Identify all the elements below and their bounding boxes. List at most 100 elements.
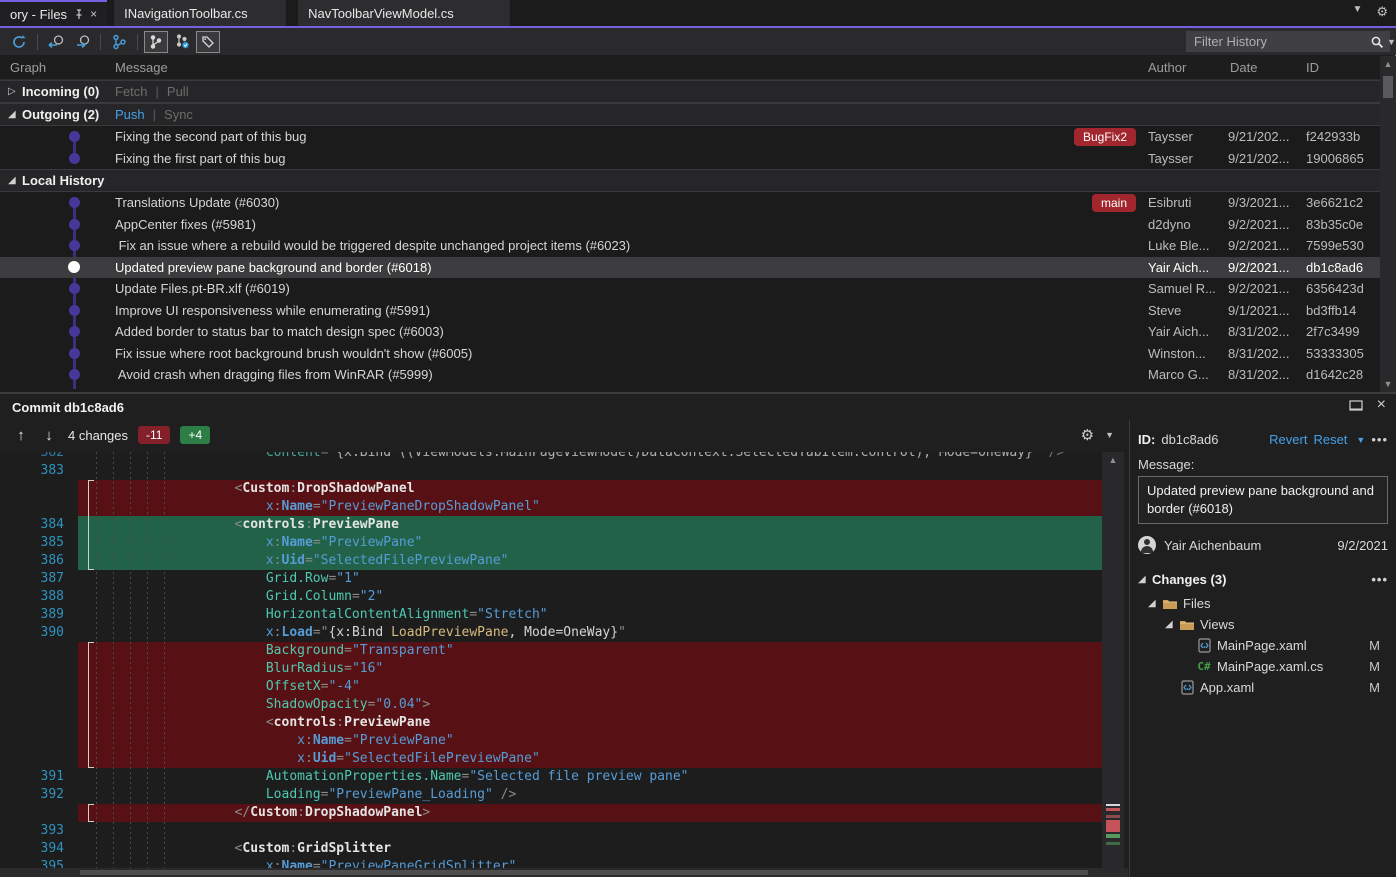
editor-scroll-up-icon[interactable]: ▲ <box>1102 452 1124 468</box>
commit-group: Translations Update (#6030)mainEsibruti9… <box>0 192 1380 386</box>
more-actions-icon[interactable]: ••• <box>1371 432 1388 447</box>
window-gear-icon[interactable]: ⚙ <box>1376 4 1388 20</box>
commit-row[interactable]: Avoid crash when dragging files from Win… <box>0 364 1380 386</box>
action-separator: | <box>156 84 159 99</box>
graph-commit-dot <box>69 369 80 380</box>
commit-row[interactable]: Updated preview pane background and bord… <box>0 257 1380 279</box>
commit-row[interactable]: Added border to status bar to match desi… <box>0 321 1380 343</box>
show-graph-icon[interactable] <box>144 31 168 53</box>
commit-message: Fixing the second part of this bug <box>115 129 1074 144</box>
tree-item-mainpage-xaml-cs[interactable]: C#MainPage.xaml.csM <box>1138 656 1388 677</box>
search-options-chevron-icon[interactable]: ▼ <box>1387 37 1396 47</box>
push-action[interactable]: Push <box>115 107 145 122</box>
diff-settings-chevron-icon[interactable]: ▼ <box>1105 430 1114 440</box>
pull-action[interactable]: Pull <box>167 84 189 99</box>
show-tags-icon[interactable] <box>196 31 220 53</box>
commit-message: Improve UI responsiveness while enumerat… <box>115 303 1148 318</box>
commit-row[interactable]: Fixing the second part of this bugBugFix… <box>0 126 1380 148</box>
commit-row[interactable]: Improve UI responsiveness while enumerat… <box>0 300 1380 322</box>
column-graph[interactable]: Graph <box>10 60 46 75</box>
graph-commit-dot <box>69 283 80 294</box>
tab-inavigationtoolbar[interactable]: INavigationToolbar.cs <box>114 0 286 26</box>
modified-status: M <box>1369 659 1380 674</box>
scrollbar-thumb[interactable] <box>1383 76 1393 98</box>
close-pane-icon[interactable]: × <box>1377 396 1386 414</box>
commit-row[interactable]: Translations Update (#6030)mainEsibruti9… <box>0 192 1380 214</box>
expanded-triangle-icon[interactable]: ◢ <box>8 109 22 120</box>
commit-id: d1642c28 <box>1306 367 1380 382</box>
commit-row[interactable]: Fix issue where root background brush wo… <box>0 343 1380 365</box>
refresh-icon[interactable] <box>7 31 31 53</box>
code-line: 392 Loading="PreviewPane_Loading" /> <box>0 786 1102 804</box>
graph-commit-dot <box>69 348 80 359</box>
commit-message: Translations Update (#6030) <box>115 195 1092 210</box>
commit-date: 8/31/202... <box>1228 367 1306 382</box>
column-author[interactable]: Author <box>1148 60 1186 75</box>
history-scrollbar[interactable]: ▲ ▼ <box>1380 56 1396 392</box>
code-line: ShadowOpacity="0.04"> <box>0 696 1102 714</box>
section-header-incoming-0-[interactable]: ▷Incoming (0)Fetch|Pull <box>0 80 1380 103</box>
commit-id-value: db1c8ad6 <box>1161 432 1218 447</box>
scroll-up-icon[interactable]: ▲ <box>1380 56 1396 72</box>
search-icon[interactable] <box>1370 35 1384 49</box>
editor-scrollbar[interactable]: ▲ <box>1102 452 1124 868</box>
column-message[interactable]: Message <box>115 60 168 75</box>
tree-item-app-xaml[interactable]: App.xamlM <box>1138 677 1388 698</box>
message-label: Message: <box>1138 457 1388 472</box>
expanded-triangle-icon[interactable]: ◢ <box>1165 619 1178 630</box>
graph-commit-dot <box>69 326 80 337</box>
push-icon[interactable] <box>70 31 94 53</box>
fetch-icon[interactable] <box>44 31 68 53</box>
tree-item-files[interactable]: ◢Files <box>1138 593 1388 614</box>
commit-row[interactable]: Fixing the first part of this bugTaysser… <box>0 148 1380 170</box>
previous-change-icon[interactable]: ↑ <box>12 427 30 444</box>
changes-more-icon[interactable]: ••• <box>1371 572 1388 587</box>
changes-tree: ◢Files◢ViewsMainPage.xamlMC#MainPage.xam… <box>1138 593 1388 698</box>
commit-id: 19006865 <box>1306 151 1380 166</box>
next-change-icon[interactable]: ↓ <box>40 427 58 444</box>
commit-row[interactable]: Fix an issue where a rebuild would be tr… <box>0 235 1380 257</box>
tab-history-files[interactable]: ory - Files × <box>0 0 107 26</box>
expanded-triangle-icon[interactable]: ◢ <box>1148 598 1161 609</box>
close-icon[interactable]: × <box>90 8 97 20</box>
sync-action[interactable]: Sync <box>164 107 193 122</box>
reset-button[interactable]: Reset <box>1313 432 1347 447</box>
changes-header[interactable]: ◢ Changes (3) ••• <box>1138 572 1388 587</box>
line-number: 395 <box>0 858 78 868</box>
revert-button[interactable]: Revert <box>1269 432 1307 447</box>
section-actions: Push|Sync <box>115 107 193 122</box>
branch-icon[interactable] <box>107 31 131 53</box>
section-header-local-history[interactable]: ◢Local History <box>0 169 1380 192</box>
author-name: Yair Aichenbaum <box>1164 538 1261 553</box>
editor-horizontal-scrollbar[interactable] <box>0 868 1128 877</box>
show-all-branches-icon[interactable] <box>170 31 194 53</box>
tab-list-chevron-icon[interactable]: ▼ <box>1352 4 1362 20</box>
tree-item-mainpage-xaml[interactable]: MainPage.xamlM <box>1138 635 1388 656</box>
modified-status: M <box>1369 638 1380 653</box>
column-id[interactable]: ID <box>1306 60 1319 75</box>
reset-chevron-icon[interactable]: ▼ <box>1356 435 1365 445</box>
tree-item-views[interactable]: ◢Views <box>1138 614 1388 635</box>
commit-row[interactable]: Update Files.pt-BR.xlf (#6019)Samuel R..… <box>0 278 1380 300</box>
clipped-code-line: 382 Content="{x:Bind ((ViewModels:MainPa… <box>0 452 1102 462</box>
commit-message-box[interactable]: Updated preview pane background and bord… <box>1138 476 1388 524</box>
xaml-file-icon <box>1195 638 1213 653</box>
commit-pane-title: Commit db1c8ad6 <box>12 400 124 415</box>
section-header-outgoing-2-[interactable]: ◢Outgoing (2)Push|Sync <box>0 103 1380 126</box>
diff-editor[interactable]: 382 Content="{x:Bind ((ViewModels:MainPa… <box>0 452 1102 868</box>
scroll-down-icon[interactable]: ▼ <box>1380 376 1396 392</box>
diff-settings-gear-icon[interactable]: ⚙ <box>1081 426 1094 444</box>
filter-history-input[interactable] <box>1194 34 1370 49</box>
commit-row[interactable]: AppCenter fixes (#5981)d2dyno9/2/2021...… <box>0 214 1380 236</box>
expanded-triangle-icon[interactable]: ◢ <box>8 175 22 186</box>
tab-navtoolbarviewmodel[interactable]: NavToolbarViewModel.cs <box>298 0 510 26</box>
changes-expander-icon[interactable]: ◢ <box>1138 574 1152 585</box>
float-window-icon[interactable] <box>1349 399 1363 411</box>
fetch-action[interactable]: Fetch <box>115 84 148 99</box>
commit-id: f242933b <box>1306 129 1380 144</box>
xaml-file-icon <box>1178 680 1196 695</box>
collapsed-triangle-icon[interactable]: ▷ <box>8 86 22 97</box>
column-date[interactable]: Date <box>1230 60 1257 75</box>
code-line: Background="Transparent" <box>0 642 1102 660</box>
pin-icon[interactable] <box>73 9 84 20</box>
